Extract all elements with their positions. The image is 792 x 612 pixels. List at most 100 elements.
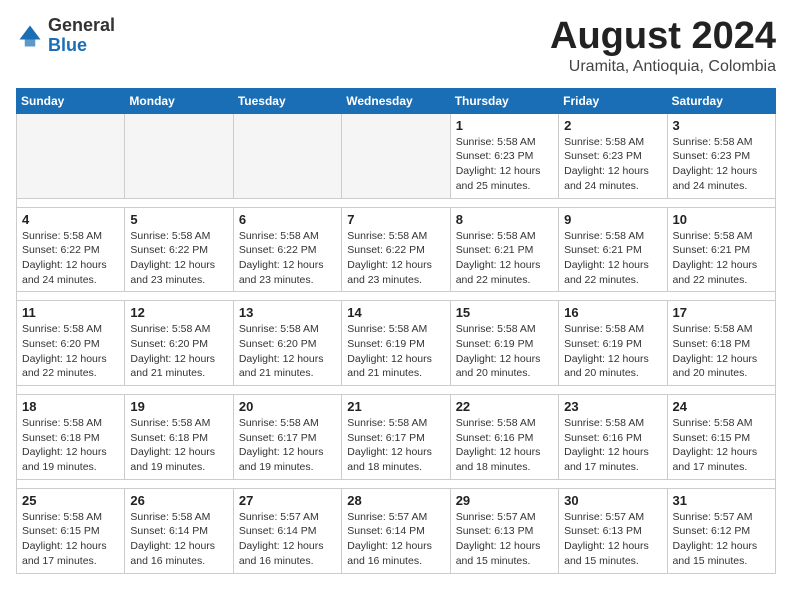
- table-row: 1Sunrise: 5:58 AM Sunset: 6:23 PM Daylig…: [450, 113, 558, 198]
- logo-blue-text: Blue: [48, 35, 87, 55]
- cell-info: Sunrise: 5:58 AM Sunset: 6:19 PM Dayligh…: [564, 322, 661, 381]
- header-monday: Monday: [125, 88, 233, 113]
- title-area: August 2024 Uramita, Antioquia, Colombia: [550, 16, 776, 76]
- table-row: 30Sunrise: 5:57 AM Sunset: 6:13 PM Dayli…: [559, 488, 667, 573]
- table-row: [233, 113, 341, 198]
- cell-info: Sunrise: 5:58 AM Sunset: 6:16 PM Dayligh…: [456, 416, 553, 475]
- table-row: 10 Sunrise: 5:58 AM Sunset: 6:21 PM Dayli…: [667, 207, 775, 292]
- logo: General Blue: [16, 16, 115, 56]
- table-row: 9 Sunrise: 5:58 AM Sunset: 6:21 PM Daylig…: [559, 207, 667, 292]
- cell-info: Sunrise: 5:58 AM Sunset: 6:21 PM Dayligh…: [456, 229, 553, 288]
- table-row: 2Sunrise: 5:58 AM Sunset: 6:23 PM Daylig…: [559, 113, 667, 198]
- cell-day-number: 6: [239, 212, 336, 227]
- row-separator: [17, 386, 776, 395]
- cell-day-number: 5: [130, 212, 227, 227]
- cell-day-number: 19: [130, 399, 227, 414]
- table-row: 11 Sunrise: 5:58 AM Sunset: 6:20 PM Dayli…: [17, 301, 125, 386]
- cell-info: Sunrise: 5:58 AM Sunset: 6:19 PM Dayligh…: [456, 322, 553, 381]
- cell-day-number: 8: [456, 212, 553, 227]
- header-sunday: Sunday: [17, 88, 125, 113]
- cell-day-number: 22: [456, 399, 553, 414]
- table-row: [342, 113, 450, 198]
- cell-info: Sunrise: 5:57 AM Sunset: 6:14 PM Dayligh…: [347, 510, 444, 569]
- cell-info: Sunrise: 5:58 AM Sunset: 6:23 PM Dayligh…: [673, 135, 770, 194]
- calendar-week-row: 1 Sunrise: 5:58 AM Sunset: 6:23 PM Daylig…: [17, 113, 776, 198]
- cell-info: Sunrise: 5:58 AM Sunset: 6:14 PM Dayligh…: [130, 510, 227, 569]
- page-subtitle: Uramita, Antioquia, Colombia: [550, 58, 776, 76]
- cell-day-number: 16: [564, 305, 661, 320]
- header-wednesday: Wednesday: [342, 88, 450, 113]
- table-row: 3Sunrise: 5:58 AM Sunset: 6:23 PM Daylig…: [667, 113, 775, 198]
- table-row: [17, 113, 125, 198]
- cell-info: Sunrise: 5:58 AM Sunset: 6:19 PM Dayligh…: [347, 322, 444, 381]
- cell-day-number: 2: [564, 118, 661, 133]
- cell-info: Sunrise: 5:58 AM Sunset: 6:20 PM Dayligh…: [22, 322, 119, 381]
- table-row: 18Sunrise: 5:58 AM Sunset: 6:18 PM Dayli…: [17, 395, 125, 480]
- cell-info: Sunrise: 5:58 AM Sunset: 6:17 PM Dayligh…: [347, 416, 444, 475]
- header-friday: Friday: [559, 88, 667, 113]
- page-title: August 2024: [550, 16, 776, 58]
- table-row: 26Sunrise: 5:58 AM Sunset: 6:14 PM Dayli…: [125, 488, 233, 573]
- table-row: 19 Sunrise: 5:58 AM Sunset: 6:18 PM Dayli…: [125, 395, 233, 480]
- cell-day-number: 7: [347, 212, 444, 227]
- table-row: 25Sunrise: 5:58 AM Sunset: 6:15 PM Dayli…: [17, 488, 125, 573]
- cell-day-number: 27: [239, 493, 336, 508]
- table-row: 31 Sunrise: 5:57 AM Sunset: 6:12 PM Dayli…: [667, 488, 775, 573]
- table-row: 4 Sunrise: 5:58 AM Sunset: 6:22 PM Daylig…: [17, 207, 125, 292]
- cell-info: Sunrise: 5:57 AM Sunset: 6:14 PM Dayligh…: [239, 510, 336, 569]
- cell-day-number: 15: [456, 305, 553, 320]
- table-row: 17 Sunrise: 5:58 AM Sunset: 6:18 PM Dayli…: [667, 301, 775, 386]
- header-saturday: Saturday: [667, 88, 775, 113]
- table-row: 12 Sunrise: 5:58 AM Sunset: 6:20 PM Dayli…: [125, 301, 233, 386]
- cell-day-number: 4: [22, 212, 119, 227]
- cell-info: Sunrise: 5:58 AM Sunset: 6:21 PM Dayligh…: [673, 229, 770, 288]
- cell-day-number: 29: [456, 493, 553, 508]
- logo-general-text: General: [48, 15, 115, 35]
- cell-info: Sunrise: 5:58 AM Sunset: 6:22 PM Dayligh…: [347, 229, 444, 288]
- cell-info: Sunrise: 5:57 AM Sunset: 6:12 PM Dayligh…: [673, 510, 770, 569]
- cell-day-number: 10: [673, 212, 770, 227]
- cell-day-number: 13: [239, 305, 336, 320]
- table-row: 5 Sunrise: 5:58 AM Sunset: 6:22 PM Daylig…: [125, 207, 233, 292]
- cell-info: Sunrise: 5:58 AM Sunset: 6:22 PM Dayligh…: [22, 229, 119, 288]
- cell-day-number: 25: [22, 493, 119, 508]
- cell-day-number: 14: [347, 305, 444, 320]
- header-tuesday: Tuesday: [233, 88, 341, 113]
- cell-info: Sunrise: 5:57 AM Sunset: 6:13 PM Dayligh…: [456, 510, 553, 569]
- row-separator: [17, 198, 776, 207]
- row-separator: [17, 479, 776, 488]
- table-row: 23Sunrise: 5:58 AM Sunset: 6:16 PM Dayli…: [559, 395, 667, 480]
- cell-info: Sunrise: 5:58 AM Sunset: 6:22 PM Dayligh…: [130, 229, 227, 288]
- cell-day-number: 28: [347, 493, 444, 508]
- cell-day-number: 31: [673, 493, 770, 508]
- cell-info: Sunrise: 5:58 AM Sunset: 6:18 PM Dayligh…: [673, 322, 770, 381]
- cell-day-number: 30: [564, 493, 661, 508]
- calendar-week-row: 25Sunrise: 5:58 AM Sunset: 6:15 PM Dayli…: [17, 488, 776, 573]
- cell-info: Sunrise: 5:58 AM Sunset: 6:21 PM Dayligh…: [564, 229, 661, 288]
- calendar-week-row: 4 Sunrise: 5:58 AM Sunset: 6:22 PM Daylig…: [17, 207, 776, 292]
- header-thursday: Thursday: [450, 88, 558, 113]
- table-row: 24Sunrise: 5:58 AM Sunset: 6:15 PM Dayli…: [667, 395, 775, 480]
- cell-day-number: 20: [239, 399, 336, 414]
- cell-day-number: 1: [456, 118, 553, 133]
- table-row: 27 Sunrise: 5:57 AM Sunset: 6:14 PM Dayli…: [233, 488, 341, 573]
- table-row: 22 Sunrise: 5:58 AM Sunset: 6:16 PM Dayli…: [450, 395, 558, 480]
- table-row: 21Sunrise: 5:58 AM Sunset: 6:17 PM Dayli…: [342, 395, 450, 480]
- table-row: 7 Sunrise: 5:58 AM Sunset: 6:22 PM Daylig…: [342, 207, 450, 292]
- cell-day-number: 17: [673, 305, 770, 320]
- cell-info: Sunrise: 5:58 AM Sunset: 6:20 PM Dayligh…: [130, 322, 227, 381]
- cell-info: Sunrise: 5:58 AM Sunset: 6:18 PM Dayligh…: [22, 416, 119, 475]
- row-separator: [17, 292, 776, 301]
- logo-icon: [16, 22, 44, 50]
- table-row: [125, 113, 233, 198]
- table-row: 20Sunrise: 5:58 AM Sunset: 6:17 PM Dayli…: [233, 395, 341, 480]
- cell-info: Sunrise: 5:58 AM Sunset: 6:18 PM Dayligh…: [130, 416, 227, 475]
- calendar-table: Sunday Monday Tuesday Wednesday Thursday…: [16, 88, 776, 574]
- cell-day-number: 9: [564, 212, 661, 227]
- cell-info: Sunrise: 5:58 AM Sunset: 6:22 PM Dayligh…: [239, 229, 336, 288]
- cell-day-number: 11: [22, 305, 119, 320]
- calendar-week-row: 11 Sunrise: 5:58 AM Sunset: 6:20 PM Dayli…: [17, 301, 776, 386]
- cell-info: Sunrise: 5:58 AM Sunset: 6:15 PM Dayligh…: [673, 416, 770, 475]
- cell-day-number: 12: [130, 305, 227, 320]
- table-row: 15 Sunrise: 5:58 AM Sunset: 6:19 PM Dayli…: [450, 301, 558, 386]
